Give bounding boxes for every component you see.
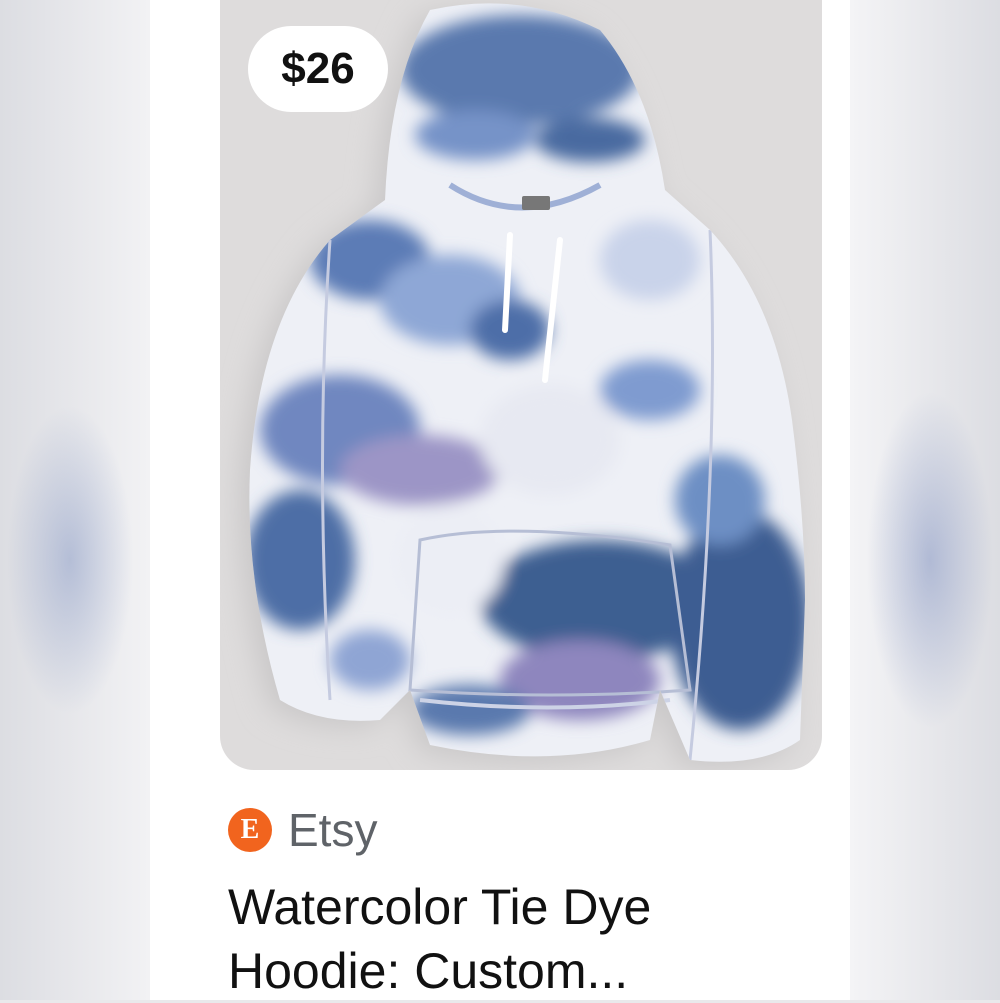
etsy-logo-icon: E xyxy=(228,808,272,852)
price-badge: $26 xyxy=(248,26,388,112)
hoodie-illustration xyxy=(239,3,805,768)
product-title[interactable]: Watercolor Tie Dye Hoodie: Custom... xyxy=(228,875,808,1003)
product-image[interactable]: $26 xyxy=(220,0,822,770)
product-card[interactable]: $26 E Etsy Watercolor Tie Dye Hoodie: Cu… xyxy=(150,0,850,1000)
source-row[interactable]: E Etsy xyxy=(228,800,377,860)
source-name: Etsy xyxy=(288,804,378,856)
